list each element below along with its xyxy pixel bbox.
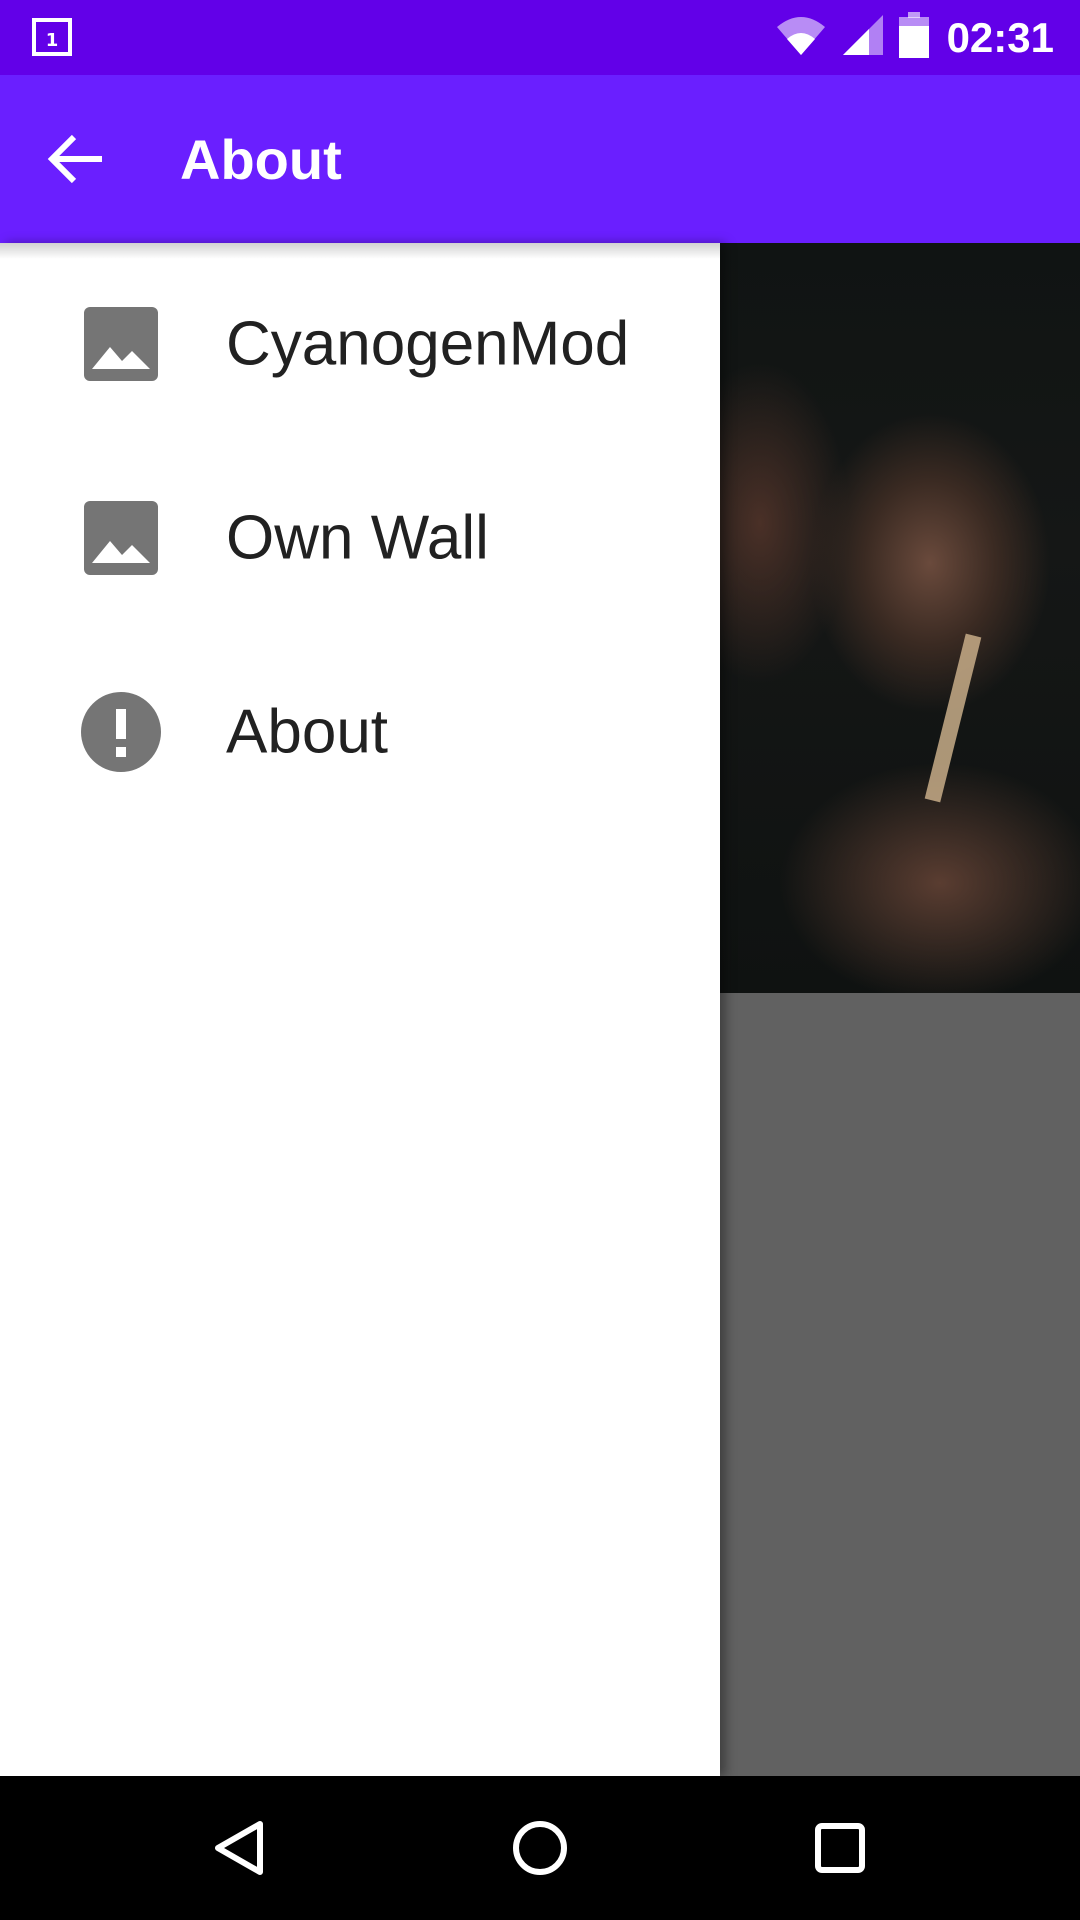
- battery-icon: [898, 12, 929, 63]
- drawer-item-label: CyanogenMod: [226, 309, 630, 379]
- drawer-item-own-wall[interactable]: Own Wall: [0, 443, 720, 633]
- back-button[interactable]: [36, 119, 116, 199]
- content-scrim[interactable]: [720, 993, 1080, 1776]
- nav-home-icon: [513, 1821, 567, 1875]
- navigation-drawer: CyanogenMod Own Wall About: [0, 243, 720, 1776]
- wifi-icon: [775, 13, 827, 62]
- wallpaper-preview-image[interactable]: [720, 243, 1080, 993]
- nav-back-button[interactable]: [190, 1798, 290, 1898]
- image-icon: [80, 497, 162, 579]
- info-alert-icon: [80, 691, 162, 773]
- image-icon: [80, 303, 162, 385]
- nav-back-icon: [215, 1821, 263, 1875]
- calendar-day-icon: 1: [32, 18, 72, 56]
- drawer-item-label: Own Wall: [226, 503, 489, 573]
- drawer-item-label: About: [226, 697, 389, 767]
- drawer-item-cyanogenmod[interactable]: CyanogenMod: [0, 249, 720, 439]
- page-title: About: [180, 128, 342, 191]
- app-bar: About: [0, 75, 1080, 243]
- system-nav-bar: [0, 1776, 1080, 1920]
- arrow-back-icon: [47, 134, 102, 184]
- svg-text:1: 1: [46, 30, 59, 51]
- photo-detail: [924, 633, 982, 803]
- status-bar: 1 02:31: [0, 0, 1080, 75]
- nav-home-button[interactable]: [490, 1798, 590, 1898]
- screen: 1 02:31 About CyanogenMod Own Wall About: [0, 0, 1080, 1920]
- nav-recents-button[interactable]: [790, 1798, 890, 1898]
- status-time: 02:31: [946, 13, 1054, 61]
- nav-recents-icon: [815, 1823, 865, 1873]
- drawer-item-about[interactable]: About: [0, 637, 720, 827]
- cell-signal-icon: [841, 13, 885, 62]
- status-icons: 02:31: [761, 0, 1054, 75]
